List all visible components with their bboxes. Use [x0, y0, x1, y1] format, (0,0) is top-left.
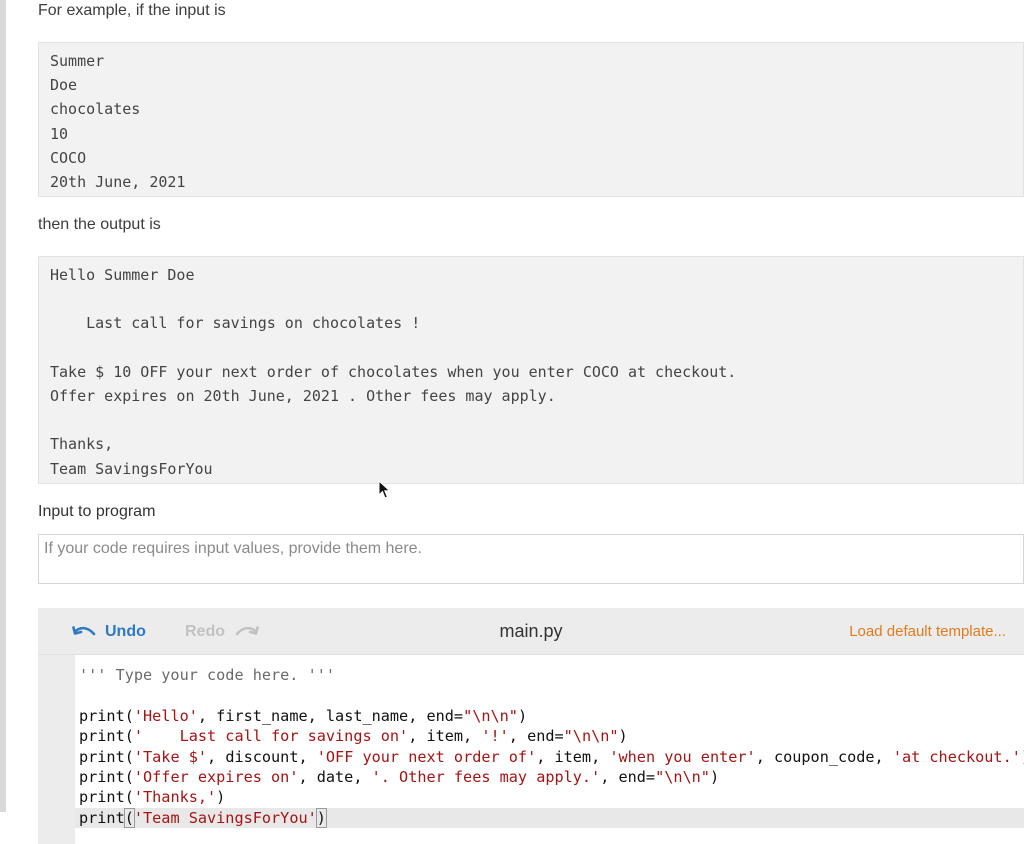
- example-output-block: Hello Summer Doe Last call for savings o…: [38, 256, 1024, 484]
- redo-label: Redo: [185, 622, 225, 640]
- code-line-text: print('Team SavingsForYou'): [79, 807, 327, 828]
- left-scroll-rail: [0, 0, 6, 812]
- example-intro-text: For example, if the input is: [38, 2, 226, 19]
- code-line[interactable]: 3print('Hello', first_name, last_name, e…: [75, 706, 1024, 726]
- mouse-pointer-icon: [378, 479, 392, 505]
- code-line-text: print('Take $', discount, 'OFF your next…: [79, 747, 1024, 766]
- code-line-text: print('Thanks,'): [79, 788, 226, 807]
- code-line-text: ''' Type your code here. ''': [79, 666, 336, 684]
- code-line-text: print(' Last call for savings on', item,…: [79, 727, 628, 746]
- example-output-intro-text: then the output is: [38, 216, 161, 233]
- program-input-field[interactable]: [38, 534, 1024, 584]
- code-line[interactable]: 8print('Team SavingsForYou'): [75, 807, 1024, 829]
- code-editor: Undo Redo main.py Load default template.…: [38, 608, 1024, 844]
- code-text-area[interactable]: 1''' Type your code here. '''23print('He…: [75, 655, 1024, 844]
- program-input-label: Input to program: [38, 503, 156, 520]
- undo-button[interactable]: Undo: [72, 608, 146, 655]
- redo-arrow-icon: [225, 625, 259, 639]
- undo-label: Undo: [105, 622, 146, 640]
- code-line[interactable]: 5print('Take $', discount, 'OFF your nex…: [75, 747, 1024, 767]
- editor-toolbar: Undo Redo main.py Load default template.…: [38, 608, 1024, 655]
- code-line[interactable]: 2: [75, 685, 1024, 705]
- line-number-gutter: [38, 655, 75, 844]
- code-line[interactable]: 7print('Thanks,'): [75, 787, 1024, 807]
- code-line[interactable]: 4print(' Last call for savings on', item…: [75, 726, 1024, 746]
- code-line-text: print('Offer expires on', date, '. Other…: [79, 767, 720, 786]
- load-default-template-link[interactable]: Load default template...: [849, 608, 1006, 655]
- undo-arrow-icon: [72, 625, 105, 639]
- redo-button[interactable]: Redo: [185, 608, 259, 655]
- code-line-text: print('Hello', first_name, last_name, en…: [79, 706, 528, 725]
- example-input-block: Summer Doe chocolates 10 COCO 20th June,…: [38, 42, 1024, 197]
- code-line[interactable]: 1''' Type your code here. ''': [75, 665, 1024, 685]
- code-lines: 1''' Type your code here. '''23print('He…: [75, 665, 1024, 829]
- code-line[interactable]: 6print('Offer expires on', date, '. Othe…: [75, 767, 1024, 787]
